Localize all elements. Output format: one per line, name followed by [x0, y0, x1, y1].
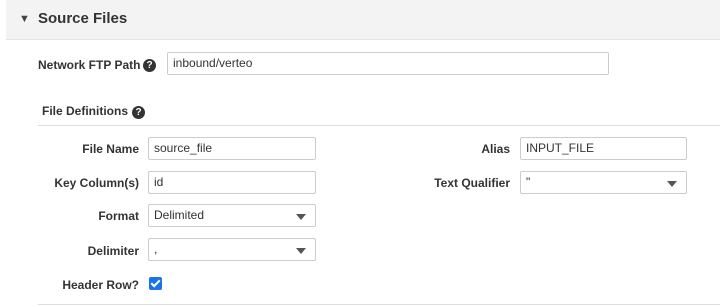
text-qualifier-label: Text Qualifier	[434, 176, 510, 190]
source-files-panel: ▼ Source Files Network FTP Path ? inboun…	[6, 0, 720, 307]
section-header[interactable]: ▼ Source Files	[6, 0, 720, 40]
format-value: Delimited	[154, 208, 205, 222]
format-select[interactable]: Delimited	[148, 204, 316, 227]
text-qualifier-select[interactable]: "	[520, 171, 687, 194]
delimiter-select[interactable]: ,	[148, 238, 316, 261]
help-icon[interactable]: ?	[143, 59, 156, 72]
section-title: Source Files	[38, 10, 128, 27]
network-ftp-path-label: Network FTP Path	[38, 58, 141, 72]
chevron-down-icon	[296, 248, 306, 254]
key-columns-label: Key Column(s)	[54, 176, 139, 190]
header-row-label: Header Row?	[62, 278, 139, 292]
text-qualifier-value: "	[526, 175, 531, 189]
divider	[38, 304, 720, 305]
file-name-input[interactable]: source_file	[148, 137, 316, 160]
network-ftp-path-input[interactable]: inbound/verteo	[167, 52, 609, 75]
file-name-label: File Name	[82, 142, 139, 156]
format-label: Format	[98, 209, 139, 223]
alias-label: Alias	[481, 142, 510, 156]
alias-input[interactable]: INPUT_FILE	[520, 137, 687, 160]
caret-down-icon[interactable]: ▼	[19, 13, 30, 25]
divider	[38, 125, 720, 126]
file-definitions-heading: File Definitions	[42, 104, 129, 118]
header-row-checkbox[interactable]	[149, 277, 162, 290]
key-columns-input[interactable]: id	[148, 171, 316, 194]
chevron-down-icon	[296, 214, 306, 220]
delimiter-value: ,	[154, 242, 158, 256]
chevron-down-icon	[667, 181, 677, 187]
delimiter-label: Delimiter	[87, 244, 139, 258]
help-icon[interactable]: ?	[132, 106, 145, 119]
